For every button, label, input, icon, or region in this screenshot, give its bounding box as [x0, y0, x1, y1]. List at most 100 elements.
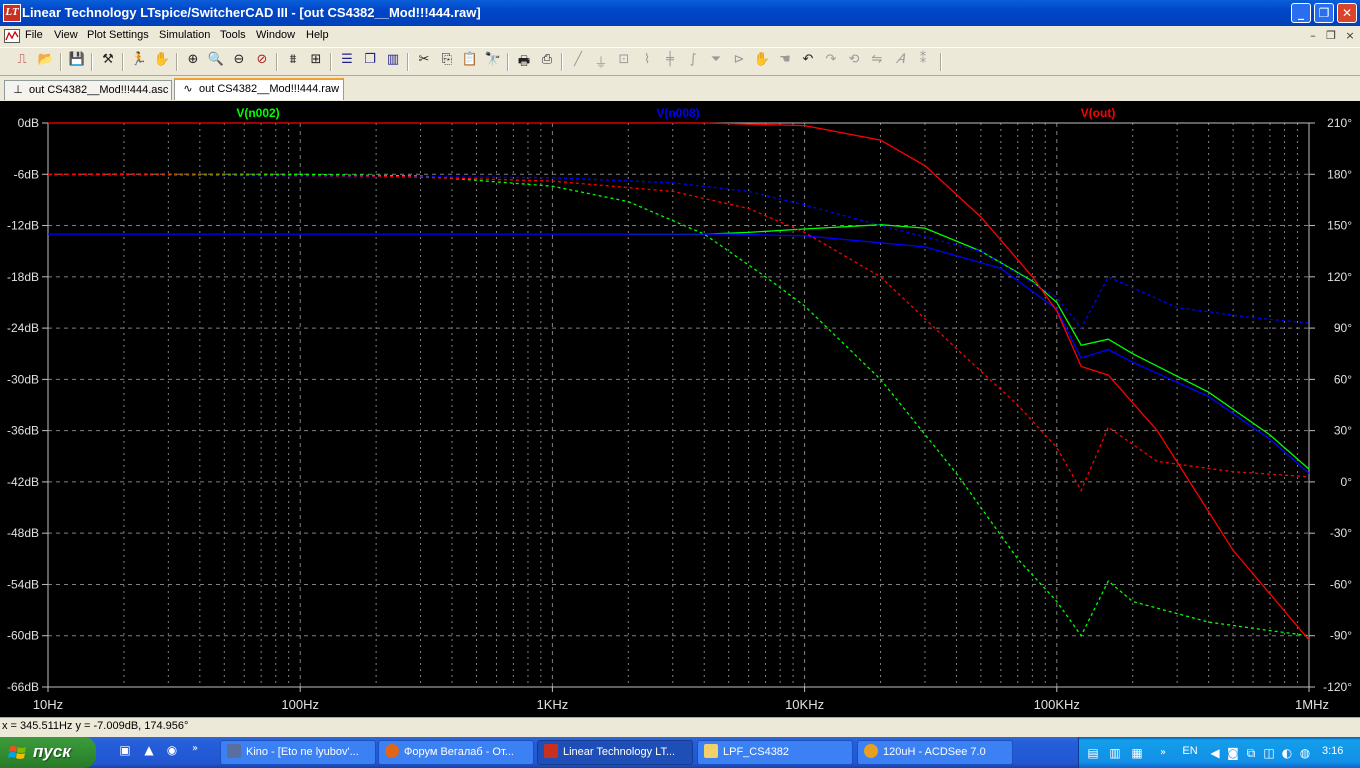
- diode-icon[interactable]: ⏷: [706, 52, 726, 72]
- tab-schematic[interactable]: ⊥ out CS4382__Mod!!!444.asc: [4, 80, 172, 100]
- task-acdsee[interactable]: 120uH - ACDSee 7.0: [857, 740, 1013, 765]
- trace-label[interactable]: V(n002): [236, 106, 279, 120]
- zoom-in-icon[interactable]: ⊕: [183, 52, 203, 72]
- waveform-window-icon[interactable]: [4, 28, 20, 44]
- text-icon[interactable]: 𝐴: [890, 52, 910, 72]
- find-icon[interactable]: 🔭: [483, 52, 503, 72]
- tray-app-icon[interactable]: ▤: [1085, 745, 1101, 761]
- media-icon: [227, 744, 241, 758]
- speaker-icon[interactable]: ◐: [1279, 745, 1295, 761]
- task-firefox[interactable]: Форум Вегалаб - От...: [378, 740, 534, 765]
- y-tick-label-left: -18dB: [7, 270, 39, 284]
- ltspice-app-icon[interactable]: LT: [3, 4, 21, 22]
- quick-launch-more-icon[interactable]: »: [186, 743, 204, 761]
- menu-simulation[interactable]: Simulation: [159, 29, 210, 41]
- pdf-icon[interactable]: ▲: [140, 743, 158, 761]
- print-setup-icon[interactable]: 🖶: [514, 52, 534, 72]
- y-axis-right: 210° 180° 150° 120° 90° 60° 30° 0° -30° -60° -90° -…: [1309, 116, 1352, 694]
- move-icon[interactable]: ✋: [752, 52, 772, 72]
- label-icon[interactable]: ⊡: [614, 52, 634, 72]
- x-tick-label: 100Hz: [281, 697, 319, 712]
- paste-icon[interactable]: 📋: [460, 52, 480, 72]
- tab-waveform[interactable]: ∿ out CS4382__Mod!!!444.raw: [174, 78, 344, 100]
- menu-help[interactable]: Help: [306, 29, 329, 41]
- acdsee-icon: [864, 744, 878, 758]
- y-axis-left: 0dB -6dB -12dB -18dB -24dB -30dB -36dB -42dB -48…: [7, 116, 48, 694]
- zoom-cancel-icon[interactable]: ⊘: [252, 52, 272, 72]
- halt-icon[interactable]: ✋: [152, 52, 172, 72]
- ground-icon[interactable]: ⏚: [591, 52, 611, 72]
- cut-icon[interactable]: ✂: [414, 52, 434, 72]
- resistor-icon[interactable]: ⌇: [637, 52, 657, 72]
- trace-v-out-phase: [47, 173, 1310, 492]
- tray-app-icon[interactable]: ◙: [1225, 745, 1241, 761]
- menu-file[interactable]: File: [25, 29, 43, 41]
- tray-app-icon[interactable]: ◍: [1297, 745, 1313, 761]
- y-tick-label-right: 90°: [1334, 321, 1352, 335]
- copy-icon[interactable]: ⎘: [437, 52, 457, 72]
- wire-icon[interactable]: ╱: [568, 52, 588, 72]
- close-button[interactable]: ✕: [1337, 3, 1357, 23]
- y-tick-label-left: -60dB: [7, 629, 39, 643]
- trace-label[interactable]: V(n008): [656, 106, 699, 120]
- component-icon[interactable]: ⊳: [729, 52, 749, 72]
- tile-horizontal-icon[interactable]: ☰: [337, 52, 357, 72]
- task-kino[interactable]: Kino - [Eto ne lyubov'...: [220, 740, 376, 765]
- mdi-close-button[interactable]: ×: [1343, 29, 1357, 43]
- y-tick-label-left: -36dB: [7, 424, 39, 438]
- tray-back-icon[interactable]: ◀: [1207, 745, 1223, 761]
- open-icon[interactable]: 📂: [36, 52, 56, 72]
- bode-plot[interactable]: 0dB -6dB -12dB -18dB -24dB -30dB -36dB -42dB -48…: [0, 101, 1360, 717]
- zoom-full-icon[interactable]: ⊞: [306, 52, 326, 72]
- cascade-icon[interactable]: ❐: [360, 52, 380, 72]
- y-tick-label-left: 0dB: [18, 116, 39, 130]
- save-icon[interactable]: 💾: [67, 52, 87, 72]
- new-schematic-icon[interactable]: ⎍: [12, 52, 32, 72]
- mirror-icon[interactable]: ⇋: [867, 52, 887, 72]
- autorange-icon[interactable]: ⩩: [283, 52, 303, 72]
- toolbar-separator: [276, 53, 278, 71]
- tray-app-icon[interactable]: ▦: [1129, 745, 1145, 761]
- menu-window[interactable]: Window: [256, 29, 295, 41]
- inductor-icon[interactable]: ∫: [683, 52, 703, 72]
- tray-expand-icon[interactable]: »: [1155, 745, 1171, 761]
- firefox-icon: [385, 744, 399, 758]
- trace-label[interactable]: V(out): [1081, 106, 1116, 120]
- x-tick-label: 10Hz: [33, 697, 63, 712]
- acrobat-icon[interactable]: ▣: [116, 743, 134, 761]
- task-folder[interactable]: LPF_CS4382: [697, 740, 853, 765]
- restore-button[interactable]: ❐: [1314, 3, 1334, 23]
- drag-icon[interactable]: ☚: [775, 52, 795, 72]
- y-tick-label-right: 30°: [1334, 424, 1352, 438]
- mdi-restore-button[interactable]: ❐: [1324, 29, 1338, 43]
- language-indicator[interactable]: EN: [1179, 745, 1201, 761]
- undo-icon[interactable]: ↶: [798, 52, 818, 72]
- control-panel-icon[interactable]: ⚒: [98, 52, 118, 72]
- waveform-plot-pane[interactable]: 0dB -6dB -12dB -18dB -24dB -30dB -36dB -42dB -48…: [0, 101, 1360, 717]
- menu-view[interactable]: View: [54, 29, 78, 41]
- menu-tools[interactable]: Tools: [220, 29, 246, 41]
- title-bar[interactable]: LT Linear Technology LTspice/SwitcherCAD…: [0, 0, 1360, 26]
- waveform-icon: ∿: [183, 82, 193, 95]
- start-button[interactable]: пуск: [0, 737, 96, 768]
- run-icon[interactable]: 🏃: [129, 52, 149, 72]
- zoom-out-icon[interactable]: 🔍: [206, 52, 226, 72]
- tray-app-icon[interactable]: ◫: [1261, 745, 1277, 761]
- clock[interactable]: 3:16: [1322, 745, 1343, 757]
- mdi-minimize-button[interactable]: –: [1306, 29, 1320, 43]
- zoom-back-icon[interactable]: ⊖: [229, 52, 249, 72]
- explorer-icon[interactable]: ◉: [163, 743, 181, 761]
- rotate-icon[interactable]: ⟲: [844, 52, 864, 72]
- task-ltspice[interactable]: Linear Technology LT...: [537, 740, 693, 765]
- print-icon[interactable]: ⎙: [537, 52, 557, 72]
- tile-vertical-icon[interactable]: ▥: [383, 52, 403, 72]
- task-label: 120uH - ACDSee 7.0: [883, 746, 986, 758]
- menu-plot-settings[interactable]: Plot Settings: [87, 29, 149, 41]
- minimize-button[interactable]: _: [1291, 3, 1311, 23]
- task-label: Форум Вегалаб - От...: [404, 746, 514, 758]
- tray-app-icon[interactable]: ▥: [1107, 745, 1123, 761]
- network-icon[interactable]: ⧉: [1243, 745, 1259, 761]
- spice-directive-icon[interactable]: ⁑: [913, 52, 933, 72]
- redo-icon[interactable]: ↷: [821, 52, 841, 72]
- capacitor-icon[interactable]: ╪: [660, 52, 680, 72]
